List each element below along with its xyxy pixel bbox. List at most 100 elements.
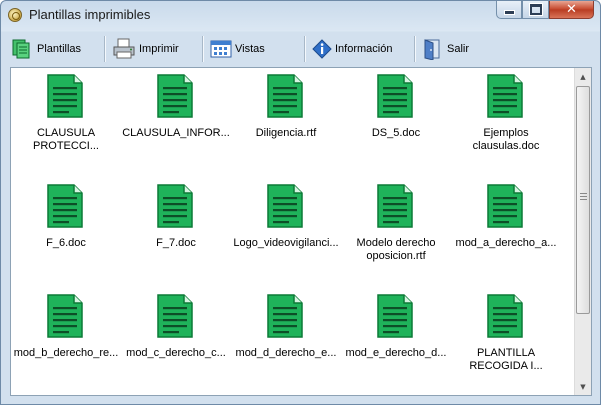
file-item[interactable]: Diligencia.rtf [231, 68, 341, 178]
title-bar[interactable]: Plantillas imprimibles ✕ [1, 1, 600, 31]
document-icon [157, 184, 193, 228]
file-item[interactable]: mod_e_derecho_d... [341, 288, 451, 395]
maximize-button[interactable] [522, 1, 549, 19]
file-name-line1: F_7.doc [156, 237, 196, 249]
file-name-label: Ejemplos clausulas.doc [451, 127, 561, 153]
file-item[interactable]: PLANTILLA RECOGIDA I... [451, 288, 561, 395]
document-icon [377, 294, 413, 338]
file-name-line1: F_6.doc [46, 237, 86, 249]
file-name-line1: Ejemplos [483, 127, 529, 139]
file-item[interactable]: Modelo derecho oposicion.rtf [341, 178, 451, 288]
toolbar-separator [304, 35, 306, 62]
plantillas-button[interactable]: Plantillas [8, 35, 102, 63]
file-name-line2: RECOGIDA I... [469, 360, 543, 372]
file-name-label: Diligencia.rtf [231, 127, 341, 140]
file-name-line1: CLAUSULA_INFOR... [122, 127, 230, 139]
salir-label: Salir [447, 42, 470, 55]
file-item[interactable]: CLAUSULA_INFOR... [121, 68, 231, 178]
maximize-icon [528, 3, 543, 16]
file-item[interactable]: Logo_videovigilanci... [231, 178, 341, 288]
file-item[interactable]: mod_b_derecho_re... [11, 288, 121, 395]
minimize-icon [503, 10, 515, 15]
informacion-label: Información [335, 42, 393, 55]
file-item[interactable]: mod_d_derecho_e... [231, 288, 341, 395]
file-name-label: CLAUSULA_INFOR... [121, 127, 231, 140]
file-item[interactable]: Ejemplos clausulas.doc [451, 68, 561, 178]
file-name-label: mod_a_derecho_a... [451, 237, 561, 250]
toolbar-separator [104, 35, 106, 62]
scroll-down-arrow[interactable]: ▼ [575, 378, 591, 395]
plantillas-label: Plantillas [37, 42, 82, 55]
informacion-button[interactable]: Información [308, 35, 412, 63]
info-icon [312, 38, 332, 59]
document-icon [267, 184, 303, 228]
app-window: Plantillas imprimibles ✕ Plantillas Impr [0, 0, 601, 405]
file-name-line2: PROTECCI... [32, 140, 99, 152]
document-icon [487, 74, 523, 118]
file-name-label: mod_e_derecho_d... [341, 347, 451, 360]
toolbar-separator [202, 35, 204, 62]
file-name-line1: Diligencia.rtf [255, 127, 317, 139]
exit-door-icon [424, 38, 440, 60]
file-name-line1: Modelo derecho [356, 237, 436, 249]
file-item[interactable]: F_6.doc [11, 178, 121, 288]
vistas-button[interactable]: Vistas [206, 35, 302, 63]
document-icon [267, 74, 303, 118]
file-name-line1: PLANTILLA [476, 347, 536, 359]
file-item[interactable]: F_7.doc [121, 178, 231, 288]
printer-icon [113, 38, 135, 58]
document-icon [157, 294, 193, 338]
imprimir-button[interactable]: Imprimir [108, 35, 200, 63]
document-icon [47, 74, 83, 118]
document-icon [487, 294, 523, 338]
document-icon [47, 184, 83, 228]
document-icon [47, 294, 83, 338]
document-icon [377, 74, 413, 118]
toolbar: Plantillas Imprimir Vistas Información S… [8, 32, 593, 65]
file-name-label: Modelo derecho oposicion.rtf [341, 237, 451, 263]
document-icon [157, 74, 193, 118]
file-list-view: ▲ ▼ CLAUSULA PROTECCI... CLAUSULA_INFOR.… [10, 67, 592, 396]
toolbar-separator [414, 35, 416, 62]
window-title: Plantillas imprimibles [29, 7, 151, 22]
file-name-label: CLAUSULA PROTECCI... [11, 127, 121, 153]
close-icon: ✕ [566, 2, 577, 17]
document-icon [377, 184, 413, 228]
file-name-label: mod_d_derecho_e... [231, 347, 341, 360]
thumb-grip [580, 193, 587, 194]
file-name-label: F_7.doc [121, 237, 231, 250]
scroll-up-arrow[interactable]: ▲ [575, 68, 591, 85]
file-name-label: mod_b_derecho_re... [11, 347, 121, 360]
salir-button[interactable]: Salir [418, 35, 488, 63]
imprimir-label: Imprimir [139, 42, 179, 55]
document-icon [267, 294, 303, 338]
file-name-label: DS_5.doc [341, 127, 451, 140]
vistas-label: Vistas [235, 42, 265, 55]
file-name-line1: mod_d_derecho_e... [235, 347, 337, 359]
close-button[interactable]: ✕ [549, 1, 594, 19]
file-name-line1: mod_e_derecho_d... [345, 347, 447, 359]
document-icon [487, 184, 523, 228]
file-name-label: Logo_videovigilanci... [231, 237, 341, 250]
scroll-thumb[interactable] [576, 86, 590, 314]
file-item[interactable]: DS_5.doc [341, 68, 451, 178]
thumb-grip [580, 199, 587, 200]
file-name-label: F_6.doc [11, 237, 121, 250]
file-name-line1: DS_5.doc [371, 127, 421, 139]
file-name-label: mod_c_derecho_c... [121, 347, 231, 360]
templates-icon [12, 39, 30, 58]
file-name-line1: mod_c_derecho_c... [126, 347, 226, 359]
file-name-label: PLANTILLA RECOGIDA I... [451, 347, 561, 373]
file-item[interactable]: CLAUSULA PROTECCI... [11, 68, 121, 178]
vertical-scrollbar[interactable]: ▲ ▼ [574, 68, 591, 395]
app-icon [8, 8, 22, 22]
file-name-line1: mod_b_derecho_re... [13, 347, 119, 359]
minimize-button[interactable] [496, 1, 522, 19]
file-name-line2: clausulas.doc [472, 140, 540, 152]
thumb-grip [580, 196, 587, 197]
file-name-line1: CLAUSULA [36, 127, 96, 139]
file-item[interactable]: mod_c_derecho_c... [121, 288, 231, 395]
file-name-line1: mod_a_derecho_a... [455, 237, 557, 249]
file-item[interactable]: mod_a_derecho_a... [451, 178, 561, 288]
file-name-line1: Logo_videovigilanci... [233, 237, 339, 249]
